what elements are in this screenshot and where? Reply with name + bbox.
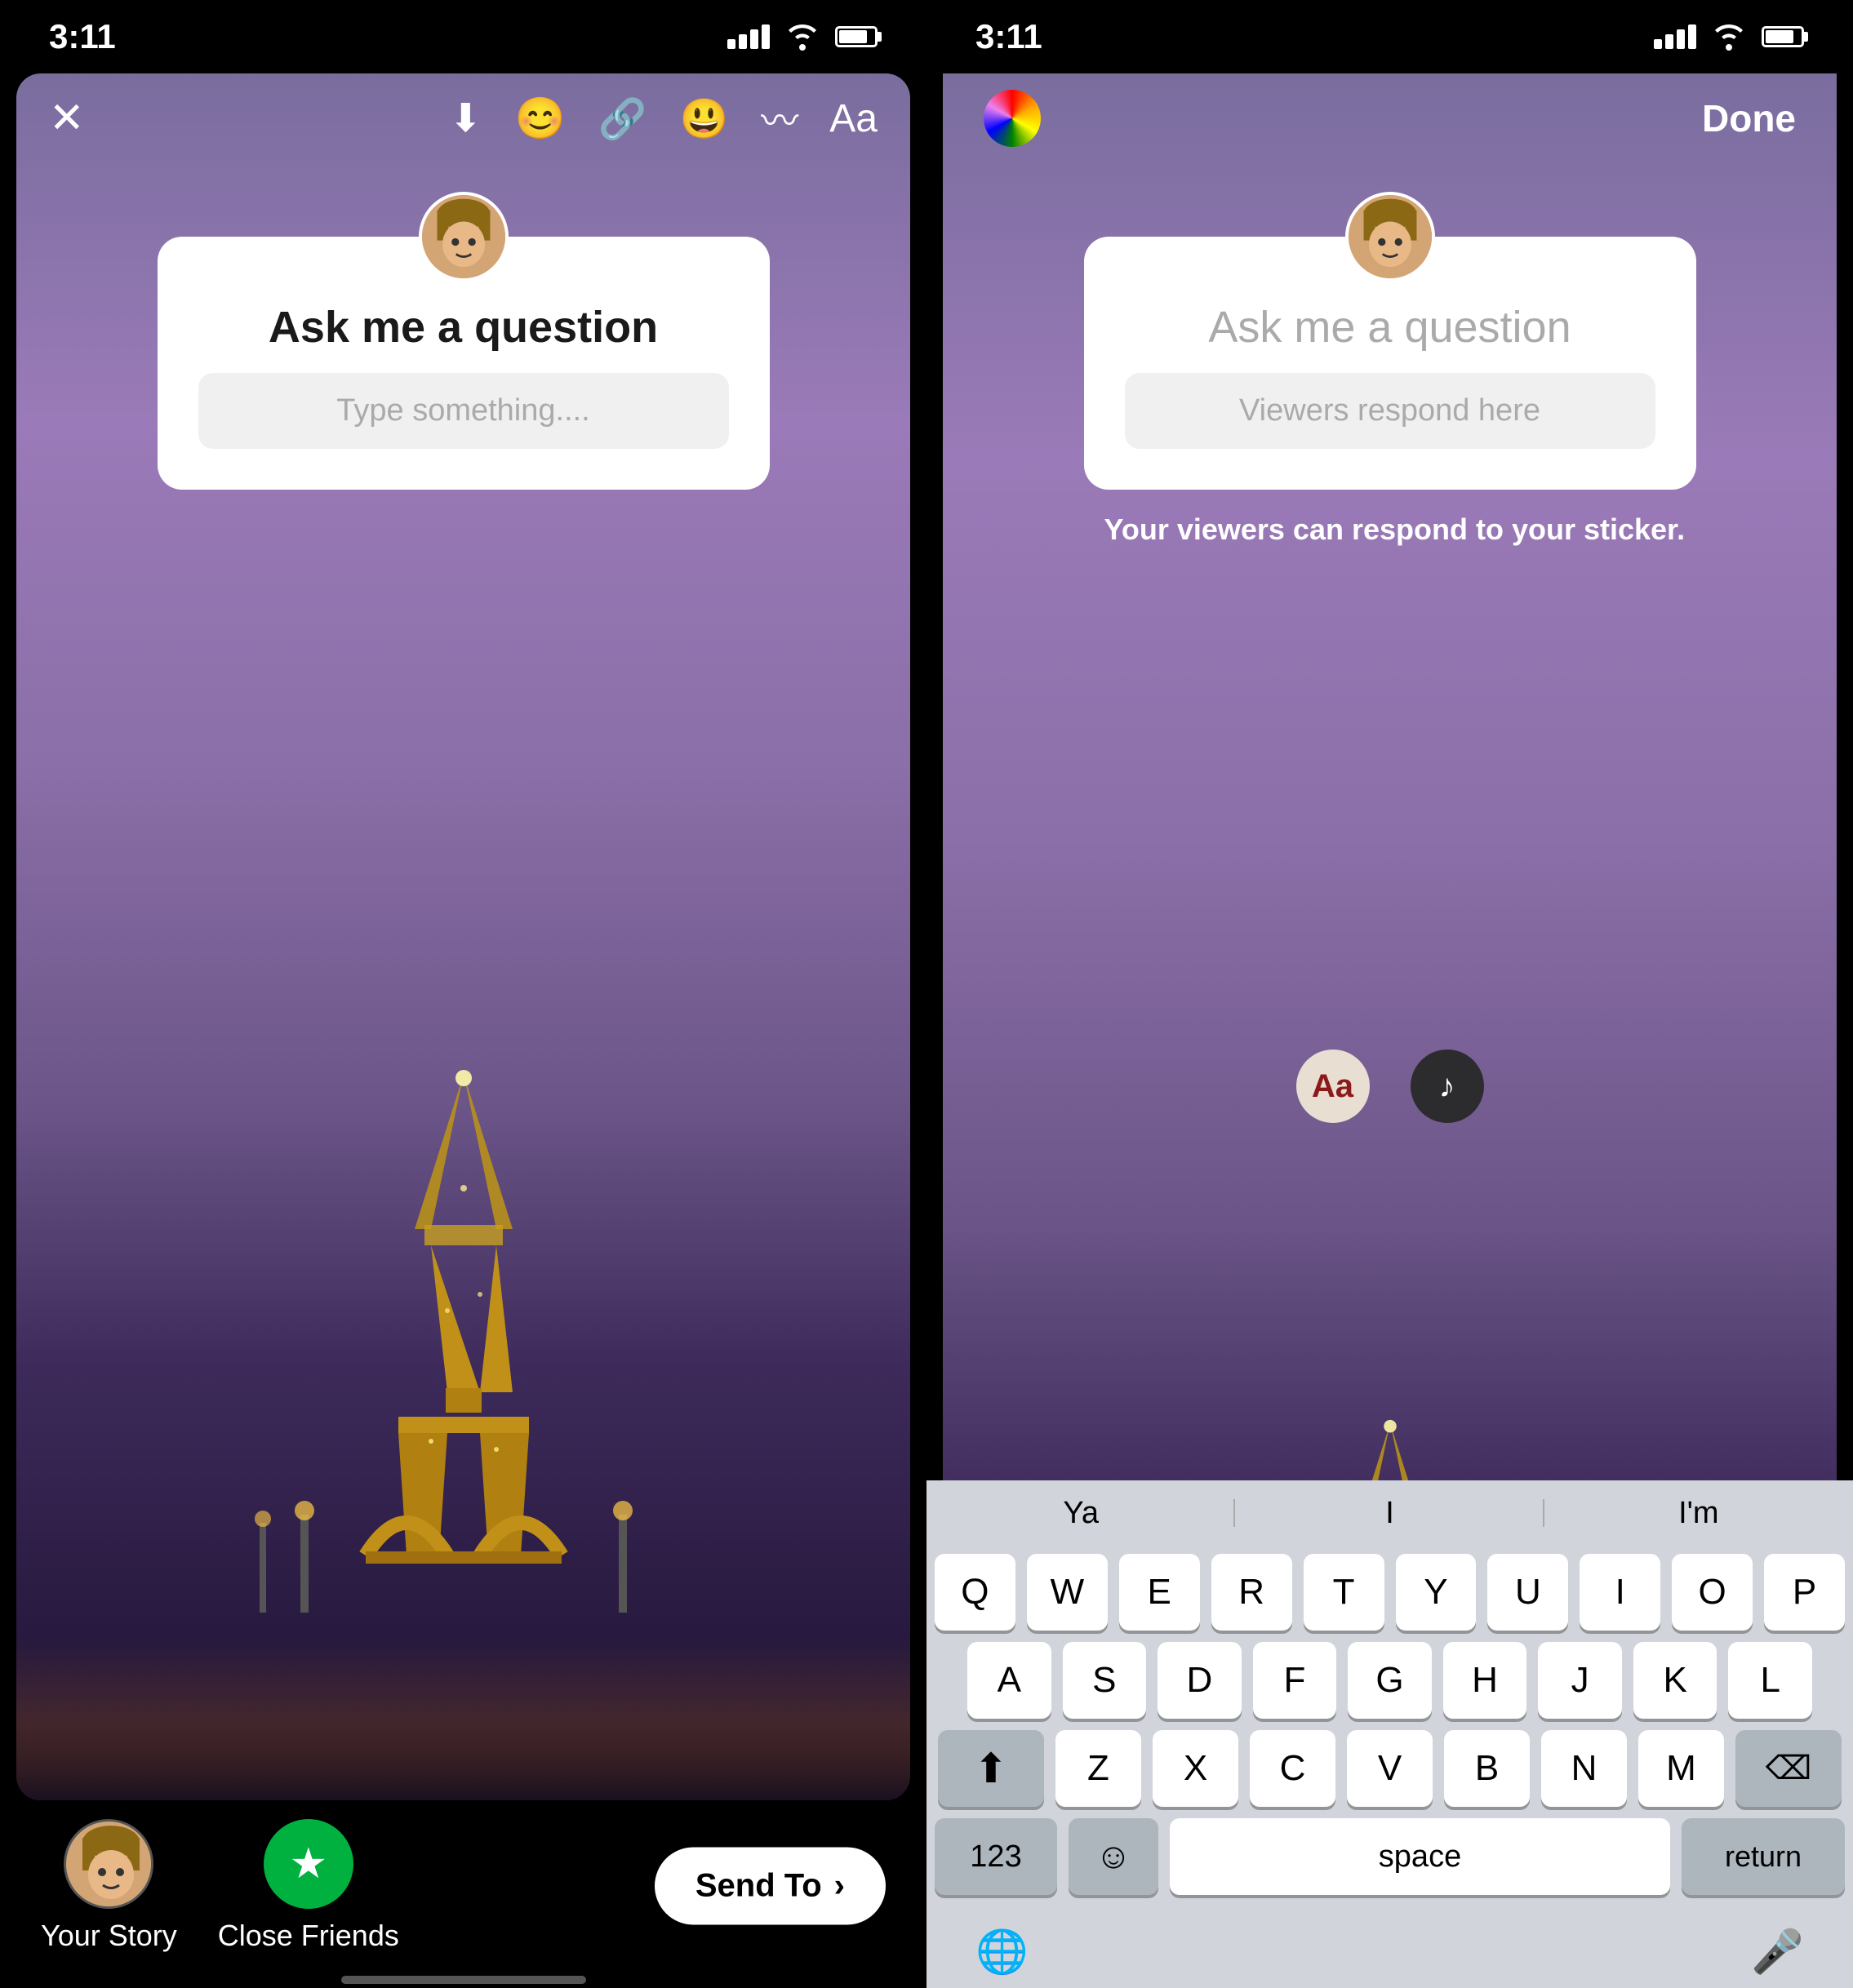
- key-b[interactable]: B: [1444, 1730, 1530, 1807]
- close-friends-avatar: ★: [264, 1819, 353, 1909]
- predictive-word-3[interactable]: I'm: [1544, 1496, 1853, 1531]
- space-key[interactable]: space: [1170, 1818, 1670, 1895]
- download-icon[interactable]: ⬇: [449, 95, 482, 141]
- key-x[interactable]: X: [1153, 1730, 1238, 1807]
- key-o[interactable]: O: [1672, 1554, 1753, 1631]
- done-button[interactable]: Done: [1702, 96, 1796, 140]
- wifi-icon: [784, 23, 820, 51]
- squiggle-icon[interactable]: 〰: [761, 91, 797, 145]
- key-q[interactable]: Q: [935, 1554, 1015, 1631]
- microphone-icon[interactable]: 🎤: [1751, 1927, 1804, 1977]
- right-status-bar: 3:11: [926, 0, 1853, 73]
- right-phone: 3:11: [926, 0, 1853, 1988]
- emoji-key[interactable]: ☺: [1069, 1818, 1158, 1895]
- your-story-label: Your Story: [41, 1919, 177, 1953]
- shift-key[interactable]: ⬆: [938, 1730, 1044, 1807]
- key-z[interactable]: Z: [1055, 1730, 1141, 1807]
- key-h[interactable]: H: [1443, 1642, 1527, 1719]
- music-icon: ♪: [1439, 1068, 1455, 1105]
- left-toolbar: ✕ ⬇ 😊 🔗 😃 〰 Aa: [16, 73, 910, 163]
- keyboard: Ya I I'm Q W E R T Y U I O P A S: [926, 1480, 1853, 1988]
- send-to-button[interactable]: Send To ›: [655, 1848, 886, 1925]
- close-friends-label: Close Friends: [218, 1919, 399, 1953]
- right-sticker-title: Ask me a question: [1208, 302, 1571, 353]
- key-y[interactable]: Y: [1396, 1554, 1477, 1631]
- keyboard-rows: Q W E R T Y U I O P A S D F G H J K: [926, 1546, 1853, 1915]
- key-p[interactable]: P: [1764, 1554, 1845, 1631]
- right-sticker-avatar: [1345, 192, 1435, 282]
- keyboard-row-4: 123 ☺ space return: [935, 1818, 1845, 1895]
- key-c[interactable]: C: [1250, 1730, 1335, 1807]
- key-t[interactable]: T: [1304, 1554, 1384, 1631]
- toolbar-actions: ⬇ 😊 🔗 😃 〰 Aa: [449, 91, 878, 145]
- story-tools-bar: Aa ♪: [1296, 1049, 1484, 1123]
- star-icon: ★: [290, 1839, 328, 1888]
- signal-icon: [727, 24, 770, 49]
- keyboard-row-2: A S D F G H J K L: [935, 1642, 1845, 1719]
- key-d[interactable]: D: [1158, 1642, 1242, 1719]
- close-icon[interactable]: ✕: [49, 94, 85, 143]
- text-icon[interactable]: Aa: [829, 96, 878, 141]
- left-time: 3:11: [49, 17, 116, 56]
- your-story-avatar: [64, 1819, 153, 1909]
- right-status-icons: [1654, 23, 1804, 51]
- bottom-bar: Your Story ★ Close Friends Send To ›: [0, 1800, 926, 1972]
- key-n[interactable]: N: [1541, 1730, 1627, 1807]
- return-key[interactable]: return: [1682, 1818, 1845, 1895]
- key-v[interactable]: V: [1347, 1730, 1433, 1807]
- key-f[interactable]: F: [1253, 1642, 1337, 1719]
- keyboard-row-1: Q W E R T Y U I O P: [935, 1554, 1845, 1631]
- sticker-question-title: Ask me a question: [269, 302, 658, 353]
- key-j[interactable]: J: [1538, 1642, 1622, 1719]
- key-m[interactable]: M: [1638, 1730, 1724, 1807]
- key-s[interactable]: S: [1063, 1642, 1147, 1719]
- link-icon[interactable]: 🔗: [598, 95, 647, 142]
- color-picker-button[interactable]: [984, 90, 1041, 147]
- globe-icon[interactable]: 🌐: [975, 1927, 1029, 1977]
- delete-key[interactable]: ⌫: [1735, 1730, 1842, 1807]
- sticker-icon[interactable]: 😃: [680, 95, 729, 142]
- key-a[interactable]: A: [967, 1642, 1051, 1719]
- keyboard-row-3: ⬆ Z X C V B N M ⌫: [935, 1730, 1845, 1807]
- close-friends-item[interactable]: ★ Close Friends: [218, 1819, 399, 1953]
- key-l[interactable]: L: [1728, 1642, 1812, 1719]
- question-sticker-right: Ask me a question Viewers respond here Y…: [1084, 237, 1696, 490]
- predictive-word-1[interactable]: Ya: [926, 1496, 1235, 1531]
- right-toolbar: Done: [943, 73, 1837, 163]
- music-button[interactable]: ♪: [1411, 1049, 1484, 1123]
- left-home-indicator: [0, 1972, 926, 1988]
- aa-button[interactable]: Aa: [1296, 1049, 1370, 1123]
- right-time: 3:11: [975, 17, 1042, 56]
- battery-icon: [835, 26, 878, 47]
- left-status-bar: 3:11: [0, 0, 926, 73]
- predictive-bar: Ya I I'm: [926, 1480, 1853, 1546]
- key-e[interactable]: E: [1119, 1554, 1200, 1631]
- key-k[interactable]: K: [1633, 1642, 1717, 1719]
- sticker-input-field[interactable]: Type something....: [198, 373, 729, 449]
- left-story-area: ✕ ⬇ 😊 🔗 😃 〰 Aa: [16, 73, 910, 1800]
- sticker-avatar: [419, 192, 509, 282]
- key-i[interactable]: I: [1580, 1554, 1660, 1631]
- send-arrow-icon: ›: [834, 1868, 845, 1905]
- viewer-note: Your viewers can respond to your sticker…: [1104, 513, 1676, 547]
- right-sticker-input[interactable]: Viewers respond here: [1125, 373, 1655, 449]
- your-story-item[interactable]: Your Story: [41, 1819, 177, 1953]
- key-g[interactable]: G: [1348, 1642, 1432, 1719]
- key-w[interactable]: W: [1027, 1554, 1108, 1631]
- send-to-label: Send To: [695, 1868, 822, 1905]
- aa-label: Aa: [1312, 1068, 1353, 1105]
- emoji-add-icon[interactable]: 😊: [514, 95, 565, 143]
- right-wifi-icon: [1711, 23, 1747, 51]
- keyboard-bottom-bar: 🌐 🎤: [926, 1915, 1853, 1988]
- right-signal-icon: [1654, 24, 1696, 49]
- left-phone: 3:11: [0, 0, 926, 1988]
- key-u[interactable]: U: [1487, 1554, 1568, 1631]
- predictive-word-2[interactable]: I: [1235, 1496, 1544, 1531]
- left-status-icons: [727, 23, 878, 51]
- numbers-key[interactable]: 123: [935, 1818, 1057, 1895]
- right-battery-icon: [1762, 26, 1804, 47]
- question-sticker: Ask me a question Type something....: [158, 237, 770, 490]
- key-r[interactable]: R: [1211, 1554, 1292, 1631]
- close-button-area[interactable]: ✕: [49, 94, 85, 143]
